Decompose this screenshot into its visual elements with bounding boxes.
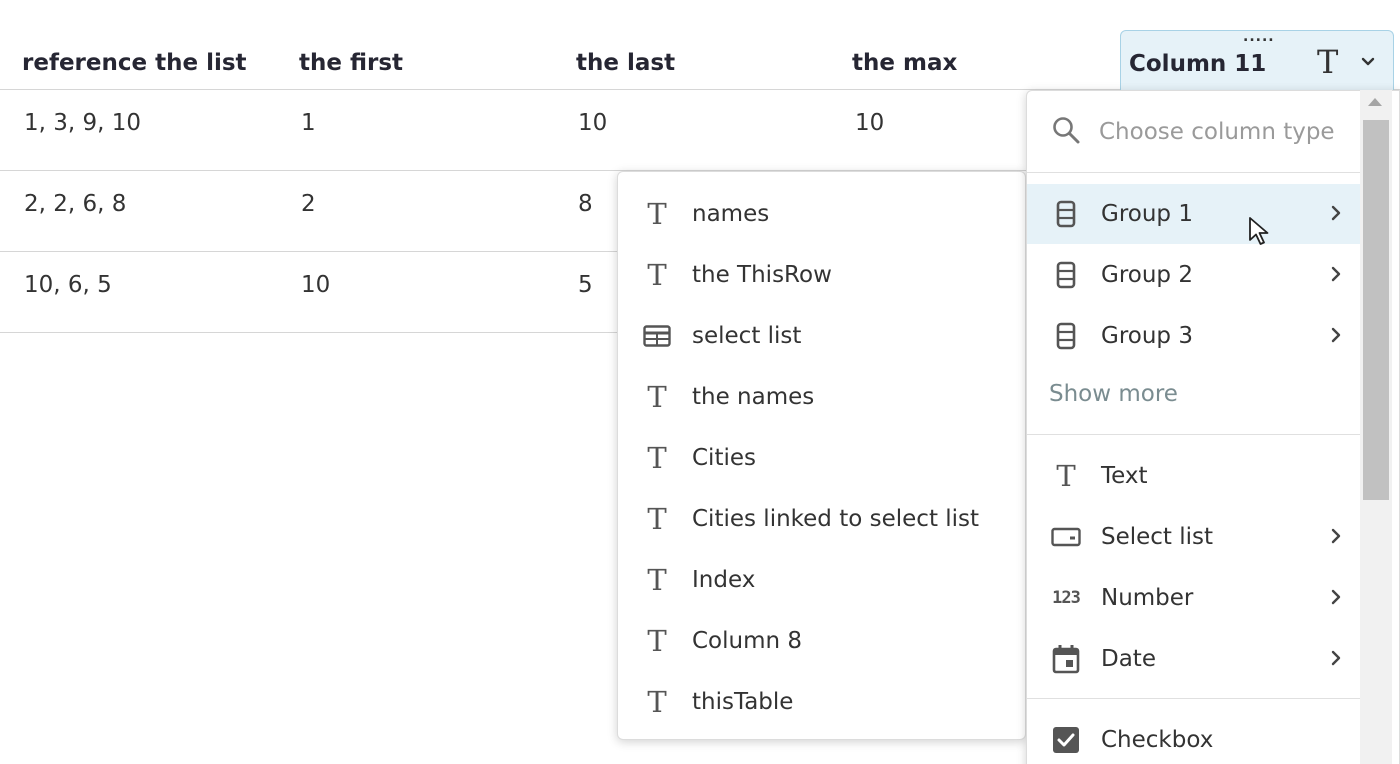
calendar-icon [1051,644,1081,674]
menu-item-number-type[interactable]: 123 Number [1027,568,1361,628]
column-header-the-first[interactable]: the first [299,50,403,76]
column-type-search [1027,91,1361,173]
column-title: Column 11 [1129,51,1267,77]
menu-item-group-2[interactable]: Group 2 [1027,245,1361,305]
table-icon [642,321,672,351]
column-header-the-max[interactable]: the max [852,50,957,76]
menu-item-names[interactable]: T names [618,184,1025,244]
menu-item-the-thisrow[interactable]: T the ThisRow [618,245,1025,305]
chevron-right-icon [1329,527,1343,549]
scroll-up-arrow-icon[interactable] [1368,98,1382,106]
table-cell[interactable]: 8 [578,191,593,217]
menu-item-text-type[interactable]: T Text [1027,446,1361,506]
table-cell[interactable]: 2 [301,191,316,217]
text-type-icon[interactable]: T [1317,43,1338,81]
menu-item-checkbox-type[interactable]: Checkbox [1027,710,1361,764]
number-icon: 123 [1052,588,1081,608]
text-type-icon: T [647,624,667,658]
table-cell[interactable]: 10 [855,110,884,136]
chevron-right-icon [1329,326,1343,348]
chevron-right-icon [1329,204,1343,226]
text-type-icon: T [647,502,667,536]
select-list-icon [1051,522,1081,552]
menu-item-thistable[interactable]: T thisTable [618,672,1025,732]
table-cell[interactable]: 1, 3, 9, 10 [24,110,141,136]
text-type-icon: T [647,380,667,414]
column-type-menu: Group 1 Group 2 Group 3 Show more T Text… [1026,90,1400,764]
menu-item-select-list[interactable]: select list [618,306,1025,366]
menu-item-group-3[interactable]: Group 3 [1027,306,1361,366]
table-cell[interactable]: 5 [578,272,593,298]
menu-item-group-1[interactable]: Group 1 [1027,184,1361,244]
column-header-the-last[interactable]: the last [576,50,675,76]
group-icon [1051,199,1081,229]
group-icon [1051,321,1081,351]
menu-item-cities-linked[interactable]: T Cities linked to select list [618,489,1025,549]
text-type-icon: T [647,258,667,292]
scrollbar-thumb[interactable] [1363,120,1389,500]
column-reference-menu: T names T the ThisRow select list T the … [617,171,1026,740]
menu-item-select-list-type[interactable]: Select list [1027,507,1361,567]
chevron-right-icon [1329,649,1343,671]
menu-divider [1027,434,1361,435]
text-type-icon: T [647,441,667,475]
group-icon [1051,260,1081,290]
chevron-right-icon [1329,588,1343,610]
mouse-cursor-icon [1248,216,1272,252]
search-icon [1051,115,1081,149]
table-cell[interactable]: 10, 6, 5 [24,272,112,298]
chevron-down-icon[interactable] [1359,53,1377,75]
table-cell[interactable]: 1 [301,110,316,136]
menu-item-index[interactable]: T Index [618,550,1025,610]
checkbox-icon [1051,725,1081,755]
menu-item-cities[interactable]: T Cities [618,428,1025,488]
menu-item-column-8[interactable]: T Column 8 [618,611,1025,671]
menu-item-the-names[interactable]: T the names [618,367,1025,427]
search-input[interactable] [1099,118,1349,145]
text-type-icon: T [647,685,667,719]
column-header-column-11[interactable]: ..... Column 11 T [1120,30,1394,92]
text-type-icon: T [647,197,667,231]
text-type-icon: T [647,563,667,597]
table-row: 1, 3, 9, 10 1 10 10 [0,90,1030,171]
table-cell[interactable]: 10 [301,272,330,298]
table-cell[interactable]: 10 [578,110,607,136]
column-header-reference-the-list[interactable]: reference the list [22,50,247,76]
show-more-link[interactable]: Show more [1049,381,1178,407]
menu-item-date-type[interactable]: Date [1027,629,1361,689]
drag-handle[interactable]: ..... [1243,30,1275,44]
chevron-right-icon [1329,265,1343,287]
table-cell[interactable]: 2, 2, 6, 8 [24,191,126,217]
menu-divider [1027,698,1361,699]
text-type-icon: T [1056,459,1076,493]
